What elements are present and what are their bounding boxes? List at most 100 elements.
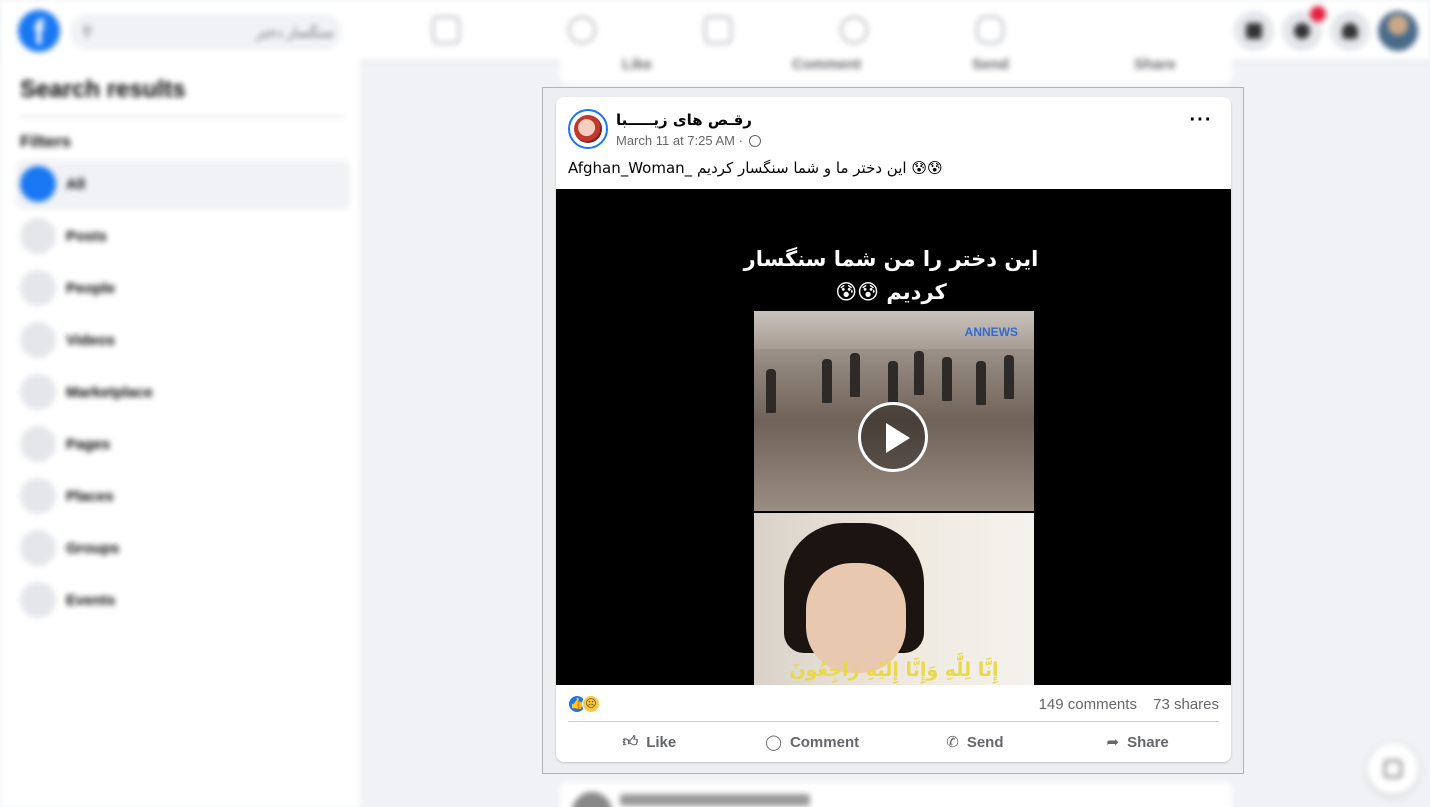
video-player[interactable]: این دختر را من شما سنگسار کردیم 😰😰 ANNEW… — [556, 189, 1231, 685]
play-button[interactable] — [858, 402, 928, 472]
person-figure — [850, 353, 860, 397]
videos-icon — [20, 322, 56, 358]
bg-like-button[interactable]: Like — [622, 56, 652, 73]
post-author[interactable]: رقـص های زیـــــبا — [616, 111, 752, 129]
shares-count[interactable]: 73 shares — [1153, 696, 1219, 713]
woman-face — [806, 563, 906, 673]
home-icon[interactable] — [432, 16, 460, 44]
events-icon — [20, 582, 56, 618]
meta-separator: · — [738, 133, 743, 148]
posts-icon — [20, 218, 56, 254]
sidebar-item-label: People — [66, 280, 116, 297]
sidebar-title: Search results — [20, 76, 186, 103]
sidebar-item-label: Videos — [66, 332, 115, 349]
messenger-icon: ✆ — [946, 734, 959, 751]
notification-badge — [1310, 6, 1326, 22]
person-figure — [766, 369, 776, 413]
bg-share-button[interactable]: Share — [1134, 56, 1176, 73]
sidebar-item-pages[interactable]: Pages — [16, 420, 350, 470]
sidebar-item-people[interactable]: People — [16, 264, 350, 314]
search-input[interactable]: ⚲ سنگسار دختر — [70, 14, 342, 50]
previous-post-actions: Like Comment Send Share — [560, 44, 1232, 84]
sidebar-item-label: Marketplace — [66, 384, 153, 401]
comment-label: Comment — [789, 733, 860, 751]
sidebar-item-label: Pages — [66, 436, 111, 453]
sidebar-item-events[interactable]: Events — [16, 576, 350, 626]
sad-reaction-icon: ☹ — [582, 695, 600, 713]
sidebar-item-videos[interactable]: Videos — [16, 316, 350, 366]
thumbs-up-icon: 👍︎ — [622, 733, 639, 750]
avatar-image — [574, 115, 602, 143]
share-label: Share — [1127, 733, 1169, 751]
person-figure — [822, 359, 832, 403]
reactions-summary[interactable]: 👍 ☹ — [568, 695, 608, 715]
person-figure — [914, 351, 924, 395]
marketplace-icon — [20, 374, 56, 410]
person-figure — [976, 361, 986, 405]
post-timestamp[interactable]: March 11 at 7:25 AM — [616, 133, 735, 148]
comment-icon: ◯ — [765, 734, 782, 751]
sidebar-item-marketplace[interactable]: Marketplace — [16, 368, 350, 418]
post-text: Afghan_Woman_ این دختر ما و شما سنگسار ک… — [568, 159, 943, 177]
marketplace-icon[interactable] — [704, 16, 732, 44]
sidebar-item-groups[interactable]: Groups — [16, 524, 350, 574]
person-figure — [942, 357, 952, 401]
groups-icon[interactable] — [840, 16, 868, 44]
more-options-button[interactable]: ··· — [1183, 110, 1219, 137]
person-figure — [1004, 355, 1014, 399]
notifications-button[interactable] — [1330, 11, 1370, 51]
sidebar-item-posts[interactable]: Posts — [16, 212, 350, 262]
bg-comment-button[interactable]: Comment — [792, 56, 861, 73]
bg-send-button[interactable]: Send — [972, 56, 1009, 73]
menu-button[interactable] — [1234, 11, 1274, 51]
all-icon — [20, 166, 56, 202]
places-icon — [20, 478, 56, 514]
messenger-icon — [1294, 23, 1310, 39]
globe-icon — [748, 135, 761, 147]
actions-divider — [568, 721, 1219, 722]
search-icon: ⚲ — [82, 23, 93, 39]
share-arrow-icon: ➦ — [1106, 734, 1120, 751]
channel-logo: ANNEWS — [964, 325, 1018, 339]
post-card: رقـص های زیـــــبا March 11 at 7:25 AM ·… — [556, 97, 1231, 762]
author-avatar[interactable] — [568, 109, 608, 149]
sidebar-item-label: Posts — [66, 228, 107, 245]
play-icon — [886, 423, 910, 453]
share-button[interactable]: ➦ Share — [1056, 725, 1219, 759]
sidebar-item-places[interactable]: Places — [16, 472, 350, 522]
engagement-counts: 149 comments 73 shares — [1039, 696, 1219, 713]
search-sidebar: Search results Filters All Posts People … — [0, 60, 360, 807]
search-query-text: سنگسار دختر — [256, 24, 334, 40]
sidebar-divider — [20, 116, 345, 117]
menu-grid-icon — [1246, 23, 1262, 39]
next-post-card — [560, 782, 1232, 807]
video-frame-bottom: إِنَّا لِلَّٰهِ وَإِنَّا إِلَيْهِ رَاجِع… — [754, 513, 1034, 685]
comment-button[interactable]: ◯ Comment — [731, 725, 894, 759]
compose-icon — [1384, 760, 1402, 778]
sidebar-item-label: Groups — [66, 540, 120, 557]
like-label: Like — [646, 733, 677, 751]
comments-count[interactable]: 149 comments — [1039, 696, 1137, 713]
sidebar-item-label: Events — [66, 592, 116, 609]
facebook-logo-icon[interactable]: f — [18, 10, 60, 52]
bell-icon — [1342, 23, 1358, 39]
video-subtitle: إِنَّا لِلَّٰهِ وَإِنَّا إِلَيْهِ رَاجِع… — [789, 659, 999, 681]
sidebar-item-label: Places — [66, 488, 114, 505]
filters-heading: Filters — [20, 132, 72, 151]
video-overlay-title: این دختر را من شما سنگسار کردیم 😰😰 — [743, 247, 1039, 304]
send-label: Send — [966, 733, 1004, 751]
person-figure — [888, 361, 898, 405]
profile-avatar[interactable] — [1378, 11, 1418, 51]
next-post-author-placeholder — [620, 794, 810, 806]
people-icon — [20, 270, 56, 306]
gaming-icon[interactable] — [976, 16, 1004, 44]
sidebar-item-label: All — [66, 176, 86, 193]
send-button[interactable]: ✆ Send — [894, 725, 1057, 759]
watch-icon[interactable] — [568, 16, 596, 44]
new-message-button[interactable] — [1368, 744, 1418, 794]
like-button[interactable]: 👍︎ Like — [568, 725, 731, 759]
post-meta: March 11 at 7:25 AM · — [616, 133, 761, 148]
sidebar-item-all[interactable]: All — [16, 160, 350, 210]
post-actions: 👍︎ Like ◯ Comment ✆ Send ➦ Share — [568, 725, 1219, 759]
pages-icon — [20, 426, 56, 462]
